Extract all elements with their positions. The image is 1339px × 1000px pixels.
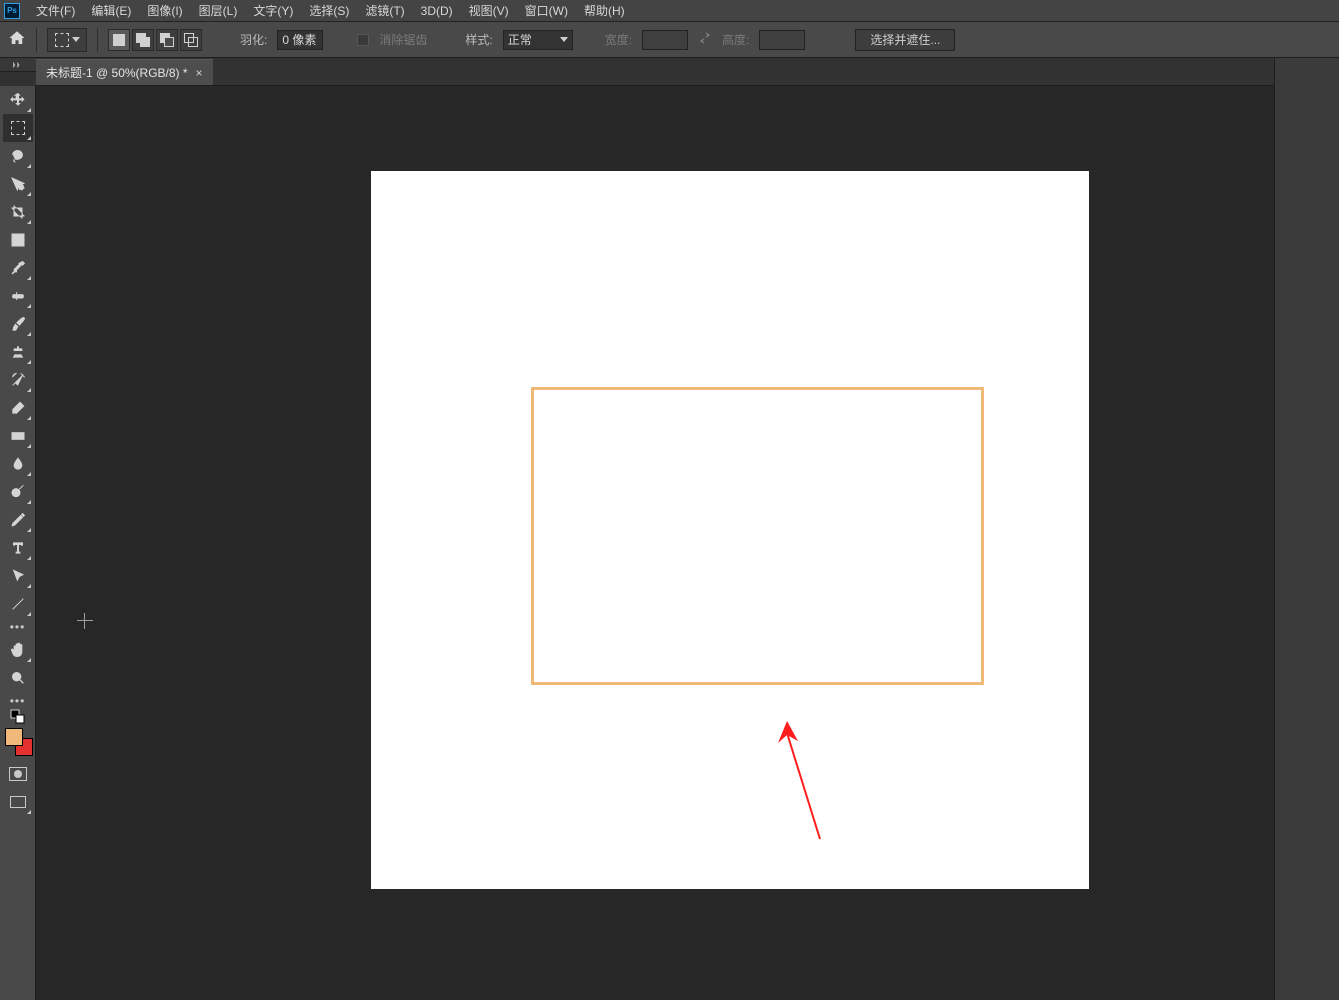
line-tool[interactable] xyxy=(3,590,33,618)
menu-select[interactable]: 选择(S) xyxy=(301,0,357,22)
hand-tool[interactable] xyxy=(3,636,33,664)
document-tab-title: 未标题-1 @ 50%(RGB/8) * xyxy=(46,64,188,81)
selection-intersect-button[interactable] xyxy=(180,29,202,51)
feather-input[interactable]: 0 像素 xyxy=(277,30,323,50)
marquee-icon xyxy=(55,33,69,47)
menu-3d[interactable]: 3D(D) xyxy=(413,1,461,21)
quick-select-tool[interactable] xyxy=(3,170,33,198)
menu-type[interactable]: 文字(Y) xyxy=(245,0,301,22)
color-swatches[interactable] xyxy=(3,726,33,760)
foreground-color-swatch[interactable] xyxy=(5,728,23,746)
width-input xyxy=(642,30,688,50)
selection-subtract-button[interactable] xyxy=(156,29,178,51)
document-canvas[interactable] xyxy=(371,171,1089,889)
selection-mode-group xyxy=(108,29,202,51)
chevron-down-icon xyxy=(72,37,80,42)
brush-tool[interactable] xyxy=(3,310,33,338)
quick-mask-button[interactable] xyxy=(3,760,33,788)
rect-marquee-tool[interactable] xyxy=(3,114,33,142)
drawn-rectangle-shape xyxy=(531,387,984,685)
more-tools[interactable]: ••• xyxy=(10,618,26,636)
eyedropper-tool[interactable] xyxy=(3,254,33,282)
move-tool[interactable] xyxy=(3,86,33,114)
dodge-tool[interactable] xyxy=(3,478,33,506)
expand-panels-button[interactable] xyxy=(0,58,36,72)
cursor-crosshair-icon xyxy=(77,613,93,629)
antialias-checkbox xyxy=(357,34,369,46)
document-tab[interactable]: 未标题-1 @ 50%(RGB/8) * × xyxy=(36,59,213,85)
selection-add-button[interactable] xyxy=(132,29,154,51)
menu-layer[interactable]: 图层(L) xyxy=(191,0,246,22)
menu-image[interactable]: 图像(I) xyxy=(139,0,190,22)
pen-tool[interactable] xyxy=(3,506,33,534)
healing-brush-tool[interactable] xyxy=(3,282,33,310)
width-label: 宽度: xyxy=(605,31,632,48)
home-icon[interactable] xyxy=(8,29,26,50)
style-label: 样式: xyxy=(465,31,492,48)
menu-help[interactable]: 帮助(H) xyxy=(576,0,633,22)
menu-view[interactable]: 视图(V) xyxy=(461,0,517,22)
feather-label: 羽化: xyxy=(240,31,267,48)
current-tool-indicator[interactable] xyxy=(47,28,87,52)
select-and-mask-button[interactable]: 选择并遮住... xyxy=(855,29,955,51)
menu-bar: Ps 文件(F) 编辑(E) 图像(I) 图层(L) 文字(Y) 选择(S) 滤… xyxy=(0,0,1339,22)
height-input xyxy=(759,30,805,50)
menu-window[interactable]: 窗口(W) xyxy=(517,0,576,22)
screen-mode-button[interactable] xyxy=(3,788,33,816)
path-select-tool[interactable] xyxy=(3,562,33,590)
close-icon[interactable]: × xyxy=(196,66,203,80)
menu-edit[interactable]: 编辑(E) xyxy=(83,0,139,22)
lasso-tool[interactable] xyxy=(3,142,33,170)
edit-toolbar[interactable]: ••• xyxy=(10,692,26,710)
toolbox: ••• ••• xyxy=(0,86,36,1000)
clone-stamp-tool[interactable] xyxy=(3,338,33,366)
type-tool[interactable] xyxy=(3,534,33,562)
default-colors-icon[interactable] xyxy=(3,710,33,724)
blur-tool[interactable] xyxy=(3,450,33,478)
swap-dims-icon xyxy=(698,31,712,48)
crop-tool[interactable] xyxy=(3,198,33,226)
gradient-tool[interactable] xyxy=(3,422,33,450)
chevron-down-icon xyxy=(560,37,568,42)
zoom-tool[interactable] xyxy=(3,664,33,692)
style-select[interactable]: 正常 xyxy=(503,30,573,50)
history-brush-tool[interactable] xyxy=(3,366,33,394)
options-bar: 羽化: 0 像素 消除锯齿 样式: 正常 宽度: 高度: 选择并遮住... xyxy=(0,22,1339,58)
antialias-label: 消除锯齿 xyxy=(379,31,427,48)
style-value: 正常 xyxy=(508,31,532,48)
eraser-tool[interactable] xyxy=(3,394,33,422)
menu-file[interactable]: 文件(F) xyxy=(28,0,83,22)
app-logo-icon: Ps xyxy=(4,3,20,19)
selection-new-button[interactable] xyxy=(108,29,130,51)
frame-tool[interactable] xyxy=(3,226,33,254)
annotation-arrow-icon xyxy=(778,721,828,841)
menu-filter[interactable]: 滤镜(T) xyxy=(357,0,412,22)
document-tab-strip: 未标题-1 @ 50%(RGB/8) * × xyxy=(36,58,1339,86)
height-label: 高度: xyxy=(722,31,749,48)
collapsed-panels-strip[interactable] xyxy=(1274,58,1339,1000)
canvas-workspace[interactable] xyxy=(36,86,1274,1000)
